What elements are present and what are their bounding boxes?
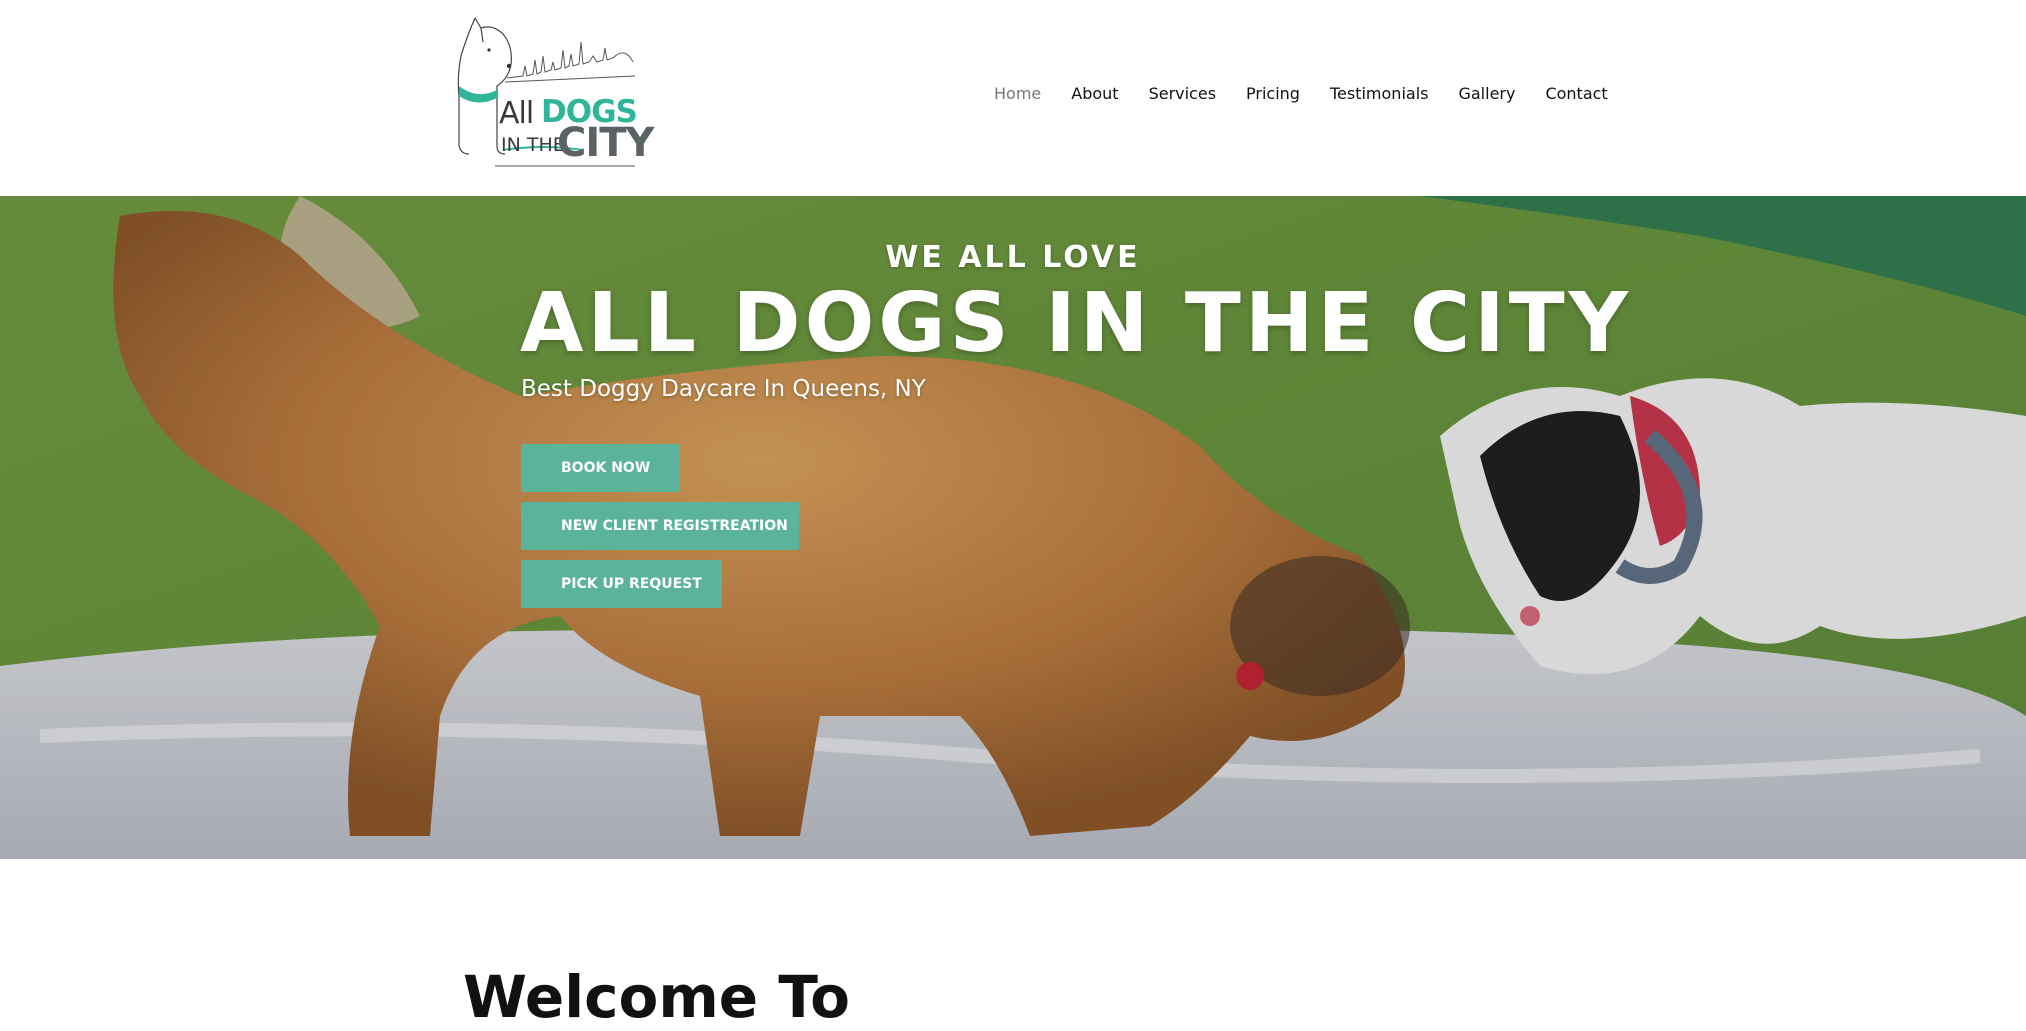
site-logo[interactable]: All DOGS IN THE CITY — [453, 16, 654, 168]
hero-title: ALL DOGS IN THE CITY — [520, 276, 1633, 371]
hero-eyebrow: WE ALL LOVE — [885, 240, 1141, 275]
nav-item-about[interactable]: About — [1071, 84, 1118, 103]
nav-item-testimonials[interactable]: Testimonials — [1330, 84, 1429, 103]
nav-item-services[interactable]: Services — [1149, 84, 1216, 103]
logo-word-city: CITY — [557, 120, 654, 166]
nav-item-gallery[interactable]: Gallery — [1458, 84, 1515, 103]
nav-item-home[interactable]: Home — [994, 84, 1041, 103]
nav-item-contact[interactable]: Contact — [1545, 84, 1607, 103]
logo-word-in-the: IN THE — [501, 134, 565, 156]
site-header: All DOGS IN THE CITY Home About Services… — [0, 0, 2026, 196]
book-now-button[interactable]: BOOK NOW — [521, 444, 679, 492]
logo-word-all: All — [499, 96, 534, 131]
pick-up-request-button[interactable]: PICK UP REQUEST — [521, 560, 722, 608]
hero-subtitle: Best Doggy Daycare In Queens, NY — [521, 376, 926, 402]
hero-section: WE ALL LOVE ALL DOGS IN THE CITY Best Do… — [0, 196, 2026, 859]
new-client-registration-button[interactable]: NEW CLIENT REGISTREATION — [521, 502, 799, 550]
main-nav: Home About Services Pricing Testimonials… — [994, 84, 1608, 103]
welcome-heading: Welcome To — [463, 963, 851, 1031]
nav-item-pricing[interactable]: Pricing — [1246, 84, 1300, 103]
